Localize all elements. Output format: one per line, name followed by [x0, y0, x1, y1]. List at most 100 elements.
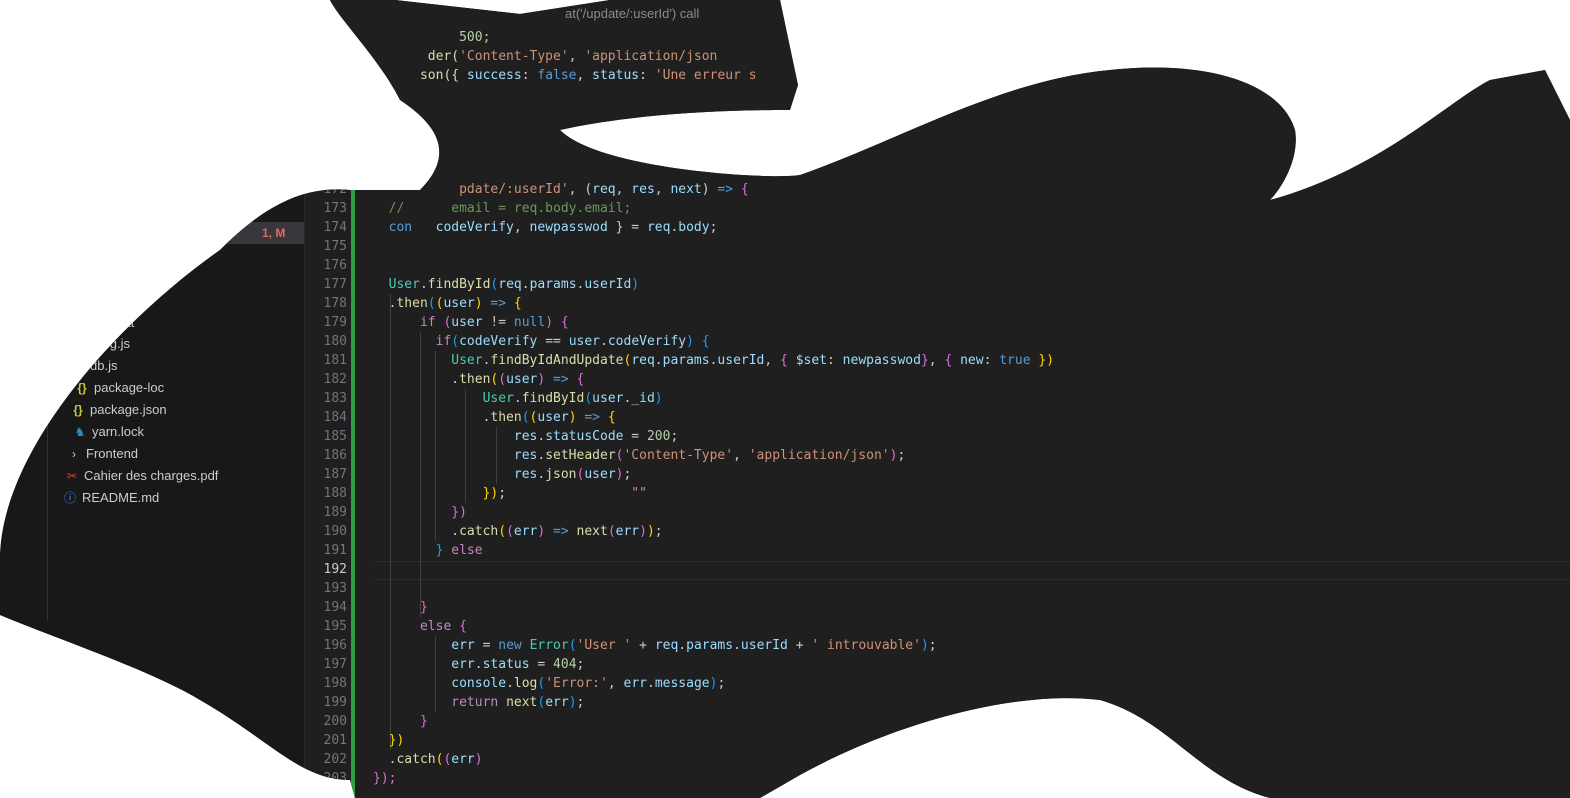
code-text: .catch((err) — [373, 750, 483, 769]
code-token: true — [999, 353, 1031, 368]
code-token: req — [592, 182, 616, 197]
code-line[interactable]: 184 .then((user) => { — [305, 408, 1570, 427]
code-line[interactable]: 190 .catch((err) => next(err)); — [305, 522, 1570, 541]
explorer-item-label: package-loc — [94, 380, 165, 395]
code-line[interactable]: 172 pdate/:userId', (req, res, next) => … — [305, 180, 1570, 199]
code-line[interactable]: 180 if(codeVerify == user.codeVerify) { — [305, 332, 1570, 351]
code-token: if — [419, 315, 436, 330]
code-token: { — [944, 353, 961, 368]
code-line[interactable]: 181 User.findByIdAndUpdate(req.params.us… — [305, 351, 1570, 370]
code-token: ) — [568, 410, 585, 425]
code-token: { — [568, 372, 585, 387]
line-number: 200 — [323, 714, 347, 729]
code-token: . — [654, 353, 663, 368]
code-text: }) — [373, 503, 467, 522]
code-text: if (user != null) { — [373, 313, 569, 332]
code-token: . — [600, 334, 608, 349]
code-token: next — [670, 182, 702, 197]
code-line[interactable]: 192 — [305, 560, 1570, 579]
code-line[interactable]: 179 if (user != null) { — [305, 313, 1570, 332]
code-token: body — [678, 220, 710, 235]
code-line[interactable]: 196 err = new Error('User ' + req.params… — [305, 636, 1570, 655]
code-line[interactable]: 191 } else — [305, 541, 1570, 560]
code-line[interactable]: 176 — [305, 256, 1570, 275]
code-line[interactable]: 187 res.json(user); — [305, 465, 1570, 484]
code-line[interactable]: 194 } — [305, 598, 1570, 617]
code-text: }) — [373, 731, 404, 750]
code-token: ; — [897, 448, 906, 463]
line-number: 185 — [323, 429, 347, 444]
code-text: else { — [373, 617, 467, 636]
code-token: : — [521, 68, 538, 83]
code-line[interactable]: 173 // email = req.body.email; — [305, 199, 1570, 218]
code-token: else — [451, 543, 483, 558]
code-token: }) — [1030, 353, 1055, 368]
explorer-item[interactable]: {} package-loc — [74, 377, 164, 399]
code-token: err — [451, 657, 475, 672]
code-token: ( — [451, 334, 460, 349]
code-line[interactable]: 182 .then((user) => { — [305, 370, 1570, 389]
code-token: res — [513, 429, 538, 444]
code-token: ' introuvable' — [811, 638, 921, 653]
code-token: . — [521, 277, 530, 292]
code-token: codeVerify — [412, 220, 514, 235]
code-line[interactable]: 175 — [305, 237, 1570, 256]
code-text: pdate/:userId', (req, res, next) => { — [373, 180, 749, 199]
code-text: res.setHeader('Content-Type', 'applicati… — [373, 446, 905, 465]
code-line[interactable]: 198 console.log('Error:', err.message); — [305, 674, 1570, 693]
code-token: ) — [537, 372, 554, 387]
code-token: ) — [474, 752, 483, 767]
code-line[interactable]: 189 }) — [305, 503, 1570, 522]
code-line[interactable]: 185 res.statusCode = 200; — [305, 427, 1570, 446]
code-token: ( — [498, 524, 507, 539]
code-token: . — [506, 676, 514, 691]
explorer-item[interactable]: ✂ Cahier des charges.pdf — [64, 465, 218, 487]
code-text: User.findByIdAndUpdate(req.params.userId… — [373, 351, 1054, 370]
line-number: 173 — [323, 201, 347, 216]
code-token: findByIdAndUpdate — [490, 353, 624, 368]
code-line[interactable]: 193 — [305, 579, 1570, 598]
code-token: : — [983, 353, 1000, 368]
code-token: } — [920, 353, 929, 368]
code-text: if(codeVerify == user.codeVerify) { — [373, 332, 710, 351]
code-line[interactable]: 188 }); "" — [305, 484, 1570, 503]
code-line[interactable]: 197 err.status = 404; — [305, 655, 1570, 674]
explorer-item-label: package.json — [90, 402, 167, 417]
code-token: ) — [654, 391, 663, 406]
code-token: ; — [717, 676, 726, 691]
line-number: 177 — [323, 277, 347, 292]
code-line[interactable]: 183 User.findById(user._id) — [305, 389, 1570, 408]
code-token: => — [584, 410, 600, 425]
code-token: => — [490, 296, 507, 311]
explorer-item[interactable]: {} package.json — [70, 399, 167, 421]
line-number: 182 — [323, 372, 347, 387]
code-line[interactable]: 174 con codeVerify, newpasswod } = req.b… — [305, 218, 1570, 237]
code-token: userId — [584, 277, 632, 292]
code-token: => — [553, 524, 569, 539]
code-token: { — [733, 182, 749, 197]
info-icon: ⓘ — [63, 491, 76, 505]
code-token: newpasswod — [529, 220, 608, 235]
code-line[interactable]: 199 return next(err); — [305, 693, 1570, 712]
explorer-item[interactable]: ⓘ README.md — [62, 487, 159, 509]
code-token: , — [568, 49, 585, 64]
code-token: err — [451, 752, 475, 767]
explorer-item[interactable]: ♞ yarn.lock — [72, 421, 144, 443]
code-token: 'application/json' — [748, 448, 890, 463]
code-token: findById — [521, 391, 585, 406]
code-line[interactable]: 178 .then((user) => { — [305, 294, 1570, 313]
line-number: 178 — [323, 296, 347, 311]
line-number: 199 — [323, 695, 347, 710]
code-token: User — [388, 277, 420, 292]
code-token: catch — [396, 752, 436, 767]
code-line[interactable]: 177 User.findById(req.params.userId) — [305, 275, 1570, 294]
code-line[interactable]: 186 res.setHeader('Content-Type', 'appli… — [305, 446, 1570, 465]
code-line[interactable]: 195 else { — [305, 617, 1570, 636]
explorer-item-label: Cahier des charges.pdf — [84, 468, 219, 483]
explorer-item[interactable]: › Frontend — [66, 443, 138, 465]
